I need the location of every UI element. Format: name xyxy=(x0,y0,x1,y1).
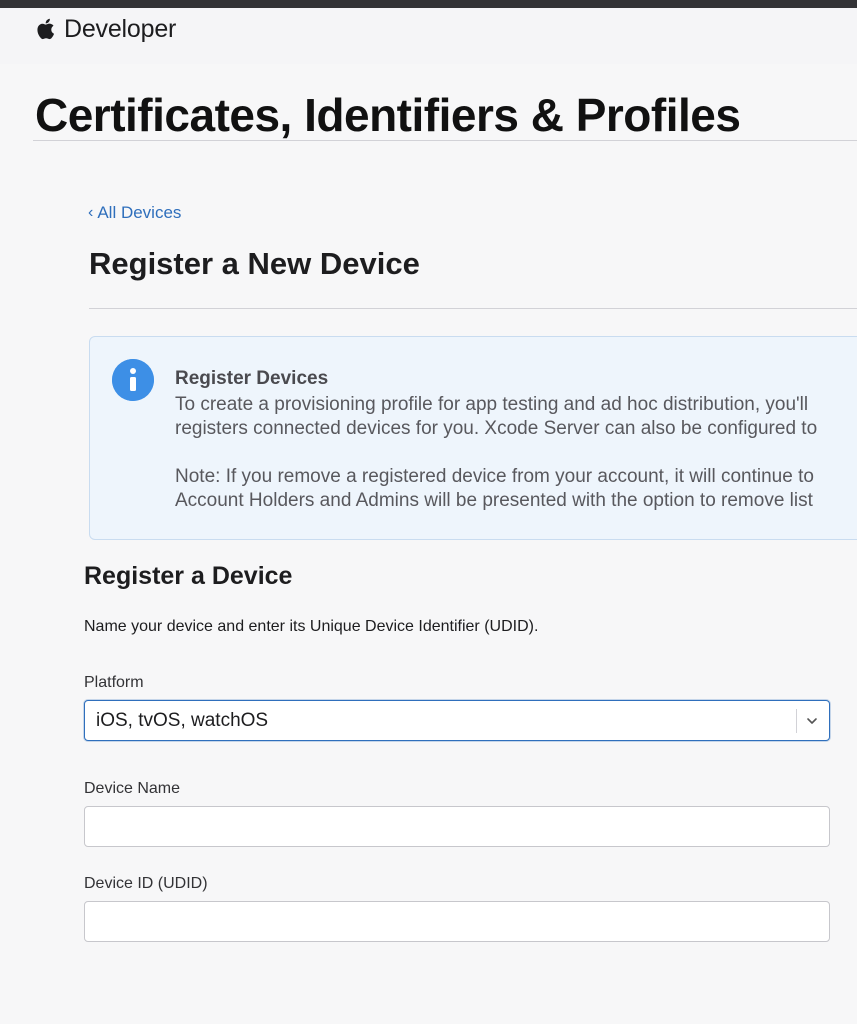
form-title: Register a Device xyxy=(84,562,293,590)
title-divider xyxy=(33,140,857,141)
back-to-all-devices-link[interactable]: ‹ All Devices xyxy=(88,202,181,224)
info-callout: Register Devices To create a provisionin… xyxy=(89,336,857,540)
info-text-line: registers connected devices for you. Xco… xyxy=(175,418,818,439)
top-dark-strip xyxy=(0,0,857,8)
info-text-line: To create a provisioning profile for app… xyxy=(175,394,809,415)
info-title: Register Devices xyxy=(175,368,329,389)
info-note-line: Account Holders and Admins will be prese… xyxy=(175,490,813,511)
device-name-input[interactable] xyxy=(84,806,830,847)
chevron-left-icon: ‹ xyxy=(88,204,94,221)
developer-header: Developer xyxy=(0,8,857,64)
main-content: Certificates, Identifiers & Profiles ‹ A… xyxy=(0,64,857,1024)
chevron-down-icon xyxy=(807,718,817,724)
info-note-line: Note: If you remove a registered device … xyxy=(175,466,814,487)
device-name-label: Device Name xyxy=(84,780,181,797)
section-divider xyxy=(89,308,857,309)
platform-selected-value: iOS, tvOS, watchOS xyxy=(96,710,269,731)
developer-brand-link[interactable]: Developer xyxy=(36,12,176,46)
page-title: Certificates, Identifiers & Profiles xyxy=(35,89,741,141)
platform-label: Platform xyxy=(84,674,144,691)
apple-logo-icon xyxy=(37,18,54,40)
device-id-label: Device ID (UDID) xyxy=(84,875,208,892)
section-title: Register a New Device xyxy=(89,246,420,281)
select-divider xyxy=(796,709,797,733)
back-link-label: All Devices xyxy=(97,203,182,222)
form-description: Name your device and enter its Unique De… xyxy=(84,618,539,635)
platform-select[interactable]: iOS, tvOS, watchOS xyxy=(84,700,830,741)
device-id-input[interactable] xyxy=(84,901,830,942)
developer-brand-text: Developer xyxy=(64,15,177,43)
info-icon xyxy=(112,359,154,401)
